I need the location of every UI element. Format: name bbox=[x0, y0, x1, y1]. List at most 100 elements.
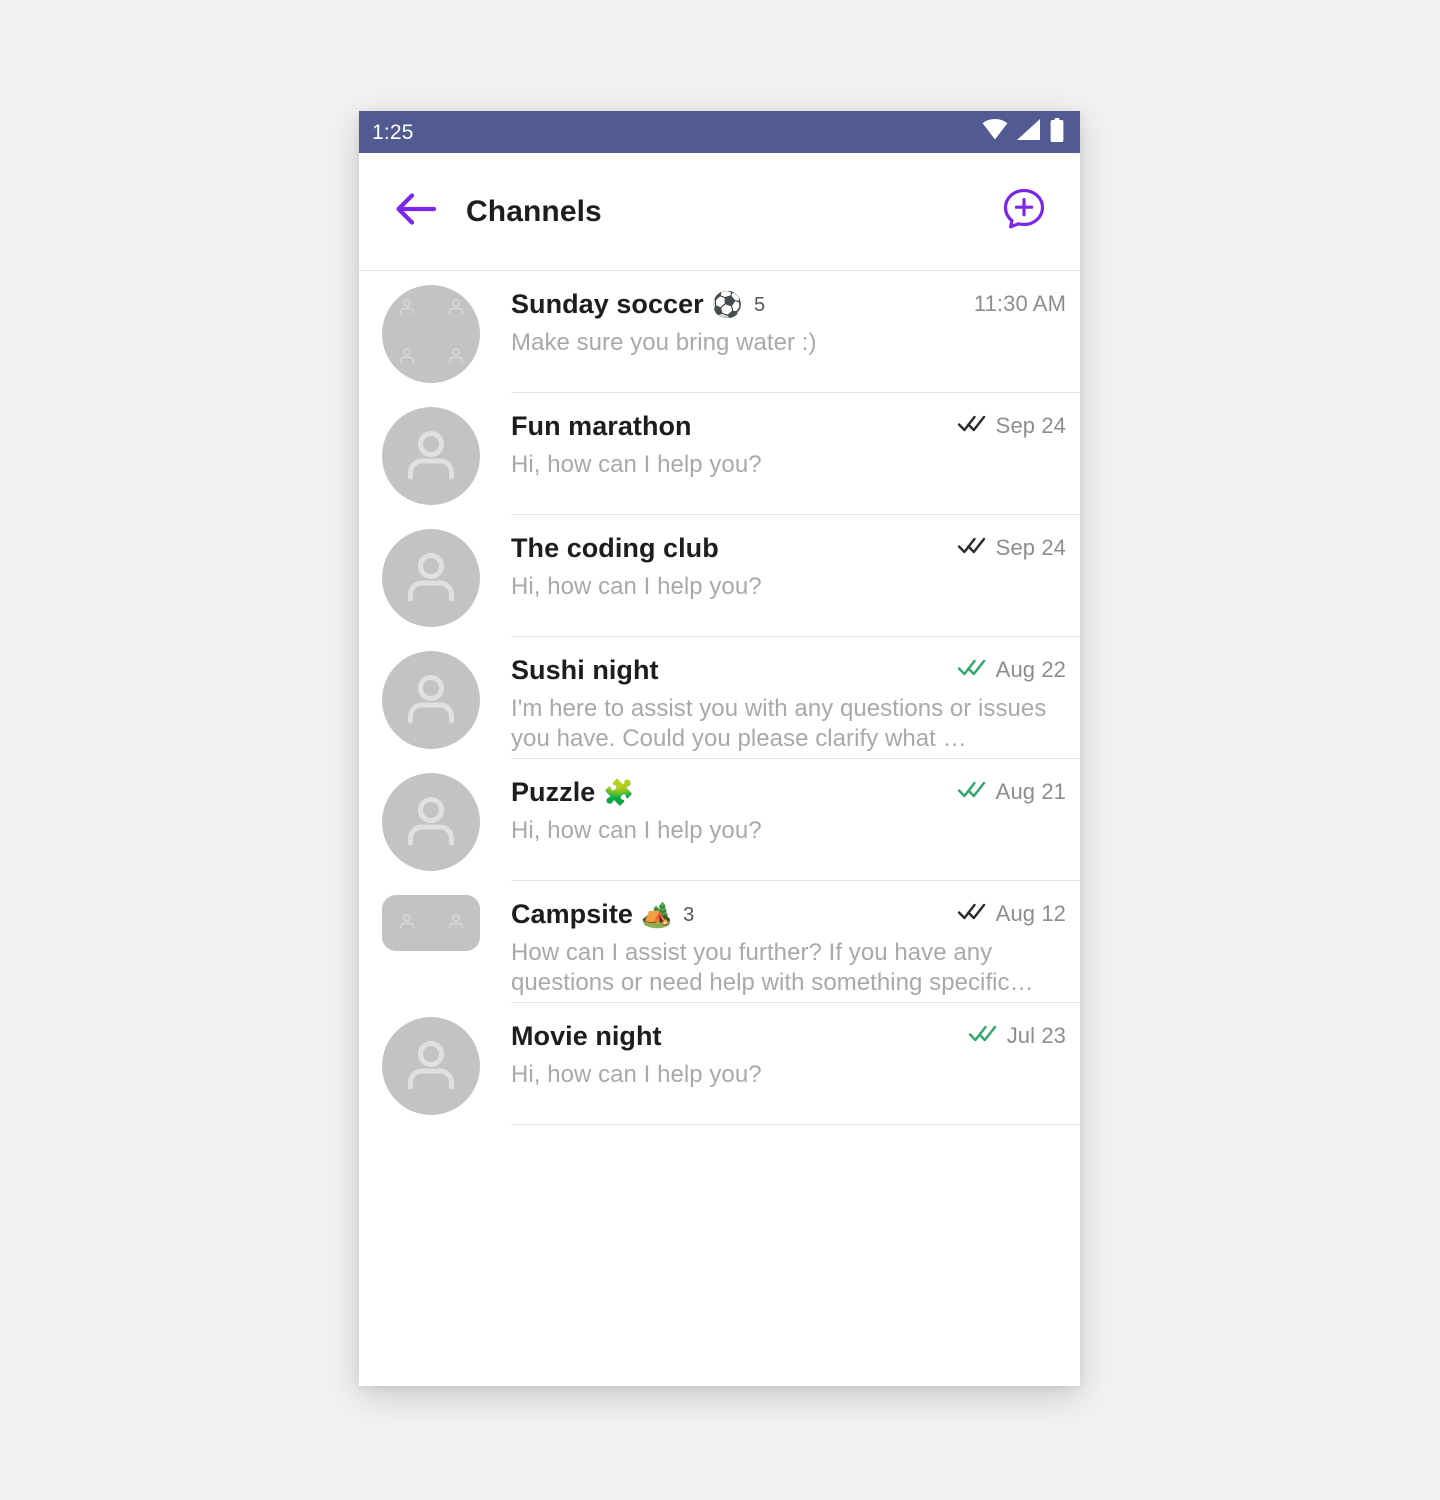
phone-frame: 1:25 Channels Sunday soccer ⚽ 5 11:30 AM… bbox=[359, 111, 1080, 1386]
person-glyph-icon bbox=[396, 911, 418, 938]
page-title: Channels bbox=[466, 194, 602, 228]
channel-list-item[interactable]: Fun marathon Sep 24 Hi, how can I help you… bbox=[359, 393, 1080, 515]
channel-list-item[interactable]: Sushi night Aug 22 I'm here to assist you … bbox=[359, 637, 1080, 759]
member-count-badge: 3 bbox=[683, 904, 695, 926]
channel-timestamp: Aug 12 bbox=[995, 900, 1066, 926]
person-glyph-icon bbox=[396, 296, 418, 323]
battery-icon bbox=[1050, 117, 1064, 147]
channel-timestamp: Jul 23 bbox=[1006, 1022, 1066, 1048]
screen: 1:25 Channels Sunday soccer ⚽ 5 11:30 AM… bbox=[0, 0, 1440, 1500]
channel-title-text: Sushi night bbox=[511, 655, 659, 685]
avatar bbox=[382, 1017, 480, 1115]
channel-title-text: The coding club bbox=[511, 533, 719, 563]
channel-meta: 11:30 AM bbox=[960, 291, 1066, 317]
avatar-container bbox=[381, 271, 481, 383]
channel-title: Campsite 🏕️ 3 bbox=[511, 899, 694, 930]
camping-emoji: 🏕️ bbox=[640, 901, 673, 929]
app-bar: Channels bbox=[359, 153, 1080, 271]
avatar-container bbox=[381, 515, 481, 627]
person-icon bbox=[400, 1033, 462, 1100]
channel-title-text: Fun marathon bbox=[511, 411, 692, 441]
avatar-container bbox=[381, 759, 481, 871]
status-bar: 1:25 bbox=[359, 111, 1080, 153]
channel-title: Puzzle 🧩 bbox=[511, 777, 635, 808]
channel-row-header: Fun marathon Sep 24 bbox=[511, 411, 1066, 442]
channel-meta: Jul 23 bbox=[954, 1023, 1066, 1049]
person-glyph-icon bbox=[445, 345, 467, 372]
channel-row-header: The coding club Sep 24 bbox=[511, 533, 1066, 564]
channel-row-header: Movie night Jul 23 bbox=[511, 1021, 1066, 1052]
back-button[interactable] bbox=[389, 185, 443, 239]
puzzle-piece-emoji: 🧩 bbox=[603, 779, 635, 807]
channel-meta: Aug 12 bbox=[943, 901, 1066, 927]
channel-preview: I'm here to assist you with any question… bbox=[511, 695, 1047, 753]
status-bar-icons bbox=[982, 117, 1064, 147]
channel-title: Sushi night bbox=[511, 655, 659, 686]
person-glyph-icon bbox=[445, 296, 467, 323]
channel-timestamp: 11:30 AM bbox=[973, 291, 1066, 316]
member-count-badge: 5 bbox=[753, 294, 766, 316]
channel-title: The coding club bbox=[511, 533, 719, 564]
channel-title: Fun marathon bbox=[511, 411, 692, 442]
channel-meta: Aug 22 bbox=[943, 657, 1066, 683]
new-chat-icon bbox=[1000, 185, 1048, 238]
avatar bbox=[382, 773, 480, 871]
list-empty-tail bbox=[359, 1125, 1080, 1260]
avatar bbox=[382, 895, 480, 951]
avatar-container bbox=[381, 637, 481, 749]
status-bar-clock: 1:25 bbox=[372, 120, 414, 144]
channel-preview: How can I assist you further? If you hav… bbox=[511, 939, 1034, 997]
channel-title-text: Sunday soccer bbox=[511, 289, 704, 319]
channel-list-item[interactable]: Puzzle 🧩 Aug 21 Hi, how can I help you? bbox=[359, 759, 1080, 881]
double-check-read-icon bbox=[957, 779, 987, 804]
soccer-ball-emoji: ⚽ bbox=[711, 291, 743, 319]
channel-list-item[interactable]: Sunday soccer ⚽ 5 11:30 AM Make sure you bri… bbox=[359, 271, 1080, 393]
double-check-delivered-icon bbox=[957, 901, 987, 926]
wifi-icon bbox=[982, 119, 1008, 145]
channel-title-text: Campsite bbox=[511, 899, 633, 929]
channel-preview: Hi, how can I help you? bbox=[511, 817, 762, 844]
arrow-left-icon bbox=[395, 192, 437, 231]
channel-list-item[interactable]: Movie night Jul 23 Hi, how can I help you? bbox=[359, 1003, 1080, 1125]
new-chat-button[interactable] bbox=[996, 184, 1052, 240]
channel-row-header: Sushi night Aug 22 bbox=[511, 655, 1066, 686]
channel-row-body: Sunday soccer ⚽ 5 11:30 AM Make sure you bri… bbox=[511, 271, 1080, 393]
cell-signal-icon bbox=[1017, 119, 1041, 145]
avatar bbox=[382, 285, 480, 383]
channel-row-body: Sushi night Aug 22 I'm here to assist you … bbox=[511, 637, 1080, 759]
person-icon bbox=[400, 423, 462, 490]
double-check-read-icon bbox=[968, 1023, 998, 1048]
double-check-delivered-icon bbox=[957, 413, 987, 438]
avatar-container bbox=[381, 881, 481, 951]
avatar bbox=[382, 651, 480, 749]
channel-title-text: Puzzle bbox=[511, 777, 596, 807]
person-glyph-icon bbox=[396, 345, 418, 372]
double-check-read-icon bbox=[957, 657, 987, 682]
channel-list-item[interactable]: Campsite 🏕️ 3 Aug 12 How can I assist you fu… bbox=[359, 881, 1080, 1003]
channel-row-header: Campsite 🏕️ 3 Aug 12 bbox=[511, 899, 1066, 930]
channel-title-text: Movie night bbox=[511, 1021, 662, 1051]
avatar-container bbox=[381, 393, 481, 505]
channel-row-header: Puzzle 🧩 Aug 21 bbox=[511, 777, 1066, 808]
avatar bbox=[382, 407, 480, 505]
channel-row-body: Puzzle 🧩 Aug 21 Hi, how can I help you? bbox=[511, 759, 1080, 881]
channel-meta: Sep 24 bbox=[943, 535, 1066, 561]
channel-timestamp: Sep 24 bbox=[995, 412, 1066, 438]
channel-meta: Sep 24 bbox=[943, 413, 1066, 439]
channel-timestamp: Sep 24 bbox=[995, 534, 1066, 560]
avatar bbox=[382, 529, 480, 627]
person-icon bbox=[400, 789, 462, 856]
channel-timestamp: Aug 22 bbox=[995, 656, 1066, 682]
person-glyph-icon bbox=[445, 911, 467, 938]
channel-row-body: Fun marathon Sep 24 Hi, how can I help you… bbox=[511, 393, 1080, 515]
channel-title: Movie night bbox=[511, 1021, 662, 1052]
channel-preview: Hi, how can I help you? bbox=[511, 573, 762, 600]
channel-row-body: Campsite 🏕️ 3 Aug 12 How can I assist you fu… bbox=[511, 881, 1080, 1003]
avatar-container bbox=[381, 1003, 481, 1115]
channel-title: Sunday soccer ⚽ 5 bbox=[511, 289, 765, 320]
channel-row-header: Sunday soccer ⚽ 5 11:30 AM bbox=[511, 289, 1066, 320]
channel-list-item[interactable]: The coding club Sep 24 Hi, how can I help … bbox=[359, 515, 1080, 637]
person-icon bbox=[400, 667, 462, 734]
channel-timestamp: Aug 21 bbox=[995, 778, 1066, 804]
person-icon bbox=[400, 545, 462, 612]
